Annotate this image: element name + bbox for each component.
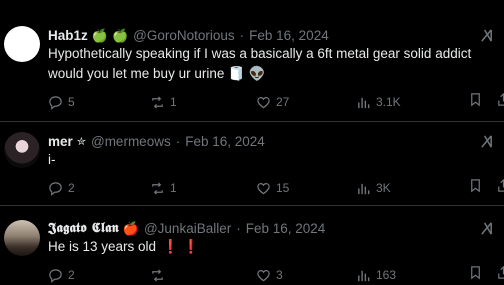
views-count: 3K bbox=[376, 181, 391, 195]
repost-button[interactable]: 1 bbox=[150, 92, 177, 112]
repost-button[interactable] bbox=[150, 265, 170, 285]
reply-count: 5 bbox=[68, 95, 75, 109]
views-count: 3.1K bbox=[376, 95, 401, 109]
views-icon bbox=[358, 97, 370, 108]
bookmark-icon bbox=[471, 266, 480, 280]
repost-icon bbox=[152, 268, 163, 282]
separator-dot: · bbox=[239, 27, 245, 43]
share-icon bbox=[498, 266, 504, 279]
post-2[interactable]: mer ✮ @mermeows · Feb 16, 2024 i- 2 1 15… bbox=[0, 122, 504, 206]
avatar[interactable] bbox=[4, 26, 40, 62]
heart-icon bbox=[257, 96, 270, 108]
author-name[interactable]: mer bbox=[48, 134, 73, 149]
reply-icon bbox=[49, 268, 62, 283]
star-badge: ✮ bbox=[76, 135, 86, 148]
post-text: Hypothetically speaking if I was a basic… bbox=[48, 44, 488, 84]
repost-icon bbox=[152, 181, 163, 195]
reply-icon bbox=[49, 181, 62, 196]
post-text: He is 13 years old ❗ ❗ bbox=[48, 237, 488, 257]
like-button[interactable]: 27 bbox=[256, 92, 289, 112]
share-icon bbox=[498, 179, 504, 192]
heart-icon bbox=[257, 269, 270, 281]
author-handle[interactable]: @mermeows bbox=[91, 134, 171, 149]
bookmark-icon bbox=[471, 93, 480, 107]
bookmark-icon bbox=[471, 179, 480, 193]
action-bar: 2 3 163 bbox=[48, 265, 504, 285]
post-text: i- bbox=[48, 150, 488, 170]
post-text-line: would you let me buy ur urine bbox=[48, 66, 225, 81]
repost-count: 1 bbox=[170, 181, 177, 195]
views-button[interactable]: 3K bbox=[356, 178, 391, 198]
bookmark-button[interactable] bbox=[468, 92, 483, 112]
views-icon bbox=[358, 270, 370, 281]
views-count: 163 bbox=[376, 268, 397, 282]
share-button[interactable] bbox=[496, 265, 504, 285]
like-count: 27 bbox=[276, 95, 290, 109]
repost-count: 1 bbox=[170, 95, 177, 109]
separator-dot: · bbox=[175, 133, 181, 149]
views-icon bbox=[358, 183, 370, 194]
exclamation-emoji-group: ❗ ❗ bbox=[162, 239, 200, 254]
post-text-line: He is 13 years old bbox=[48, 239, 157, 254]
green-apple-emoji: 🍏 bbox=[111, 27, 129, 43]
post-header: 𝕵𝖆𝖌𝖆𝖙𝖔 𝕮𝖑𝖆𝖓 🍎 @JunkaiBaller · Feb 16, 20… bbox=[48, 219, 325, 237]
post-date[interactable]: Feb 16, 2024 bbox=[249, 28, 329, 43]
grok-icon[interactable] bbox=[478, 220, 494, 236]
like-count: 3 bbox=[276, 268, 283, 282]
views-button[interactable]: 163 bbox=[356, 265, 396, 285]
like-button[interactable]: 15 bbox=[256, 178, 289, 198]
like-count: 15 bbox=[276, 181, 290, 195]
post-header: mer ✮ @mermeows · Feb 16, 2024 bbox=[48, 132, 265, 150]
reply-count: 2 bbox=[68, 268, 75, 282]
post-date[interactable]: Feb 16, 2024 bbox=[185, 134, 265, 149]
green-apple-emoji: 🍏 bbox=[91, 27, 108, 43]
post-text-line: Hypothetically speaking if I was a basic… bbox=[48, 46, 472, 61]
emoji-group: 🧻 👽 bbox=[228, 66, 266, 81]
post-3[interactable]: 𝕵𝖆𝖌𝖆𝖙𝖔 𝕮𝖑𝖆𝖓 🍎 @JunkaiBaller · Feb 16, 20… bbox=[0, 206, 504, 283]
reply-button[interactable]: 2 bbox=[48, 178, 75, 198]
share-icon bbox=[498, 93, 504, 106]
author-name[interactable]: Hab1z bbox=[48, 28, 88, 43]
author-handle[interactable]: @GoroNotorious bbox=[133, 28, 235, 43]
share-button[interactable] bbox=[496, 178, 504, 198]
red-apple-emoji: 🍎 bbox=[122, 220, 139, 236]
like-button[interactable]: 3 bbox=[256, 265, 283, 285]
post-header: Hab1z 🍏 🍏 @GoroNotorious · Feb 16, 2024 bbox=[48, 26, 329, 44]
views-button[interactable]: 3.1K bbox=[356, 92, 401, 112]
post-1[interactable]: Hab1z 🍏 🍏 @GoroNotorious · Feb 16, 2024 … bbox=[0, 0, 504, 122]
reply-count: 2 bbox=[68, 181, 75, 195]
avatar[interactable] bbox=[4, 220, 40, 256]
reply-button[interactable]: 5 bbox=[48, 92, 75, 112]
grok-icon[interactable] bbox=[478, 27, 494, 43]
author-handle[interactable]: @JunkaiBaller bbox=[144, 221, 231, 236]
bookmark-button[interactable] bbox=[468, 178, 483, 198]
action-bar: 5 1 27 3.1K bbox=[48, 92, 504, 112]
post-text-line: i- bbox=[48, 152, 56, 167]
avatar[interactable] bbox=[4, 132, 40, 168]
post-date[interactable]: Feb 16, 2024 bbox=[246, 221, 326, 236]
reply-icon bbox=[49, 95, 62, 110]
grok-icon[interactable] bbox=[478, 133, 494, 149]
reply-button[interactable]: 2 bbox=[48, 265, 75, 285]
share-button[interactable] bbox=[496, 92, 504, 112]
repost-button[interactable]: 1 bbox=[150, 178, 177, 198]
repost-icon bbox=[152, 95, 163, 109]
author-name[interactable]: 𝕵𝖆𝖌𝖆𝖙𝖔 𝕮𝖑𝖆𝖓 bbox=[48, 220, 119, 236]
separator-dot: · bbox=[236, 220, 241, 236]
action-bar: 2 1 15 3K bbox=[48, 178, 504, 198]
heart-icon bbox=[257, 182, 270, 194]
bookmark-button[interactable] bbox=[468, 265, 483, 285]
